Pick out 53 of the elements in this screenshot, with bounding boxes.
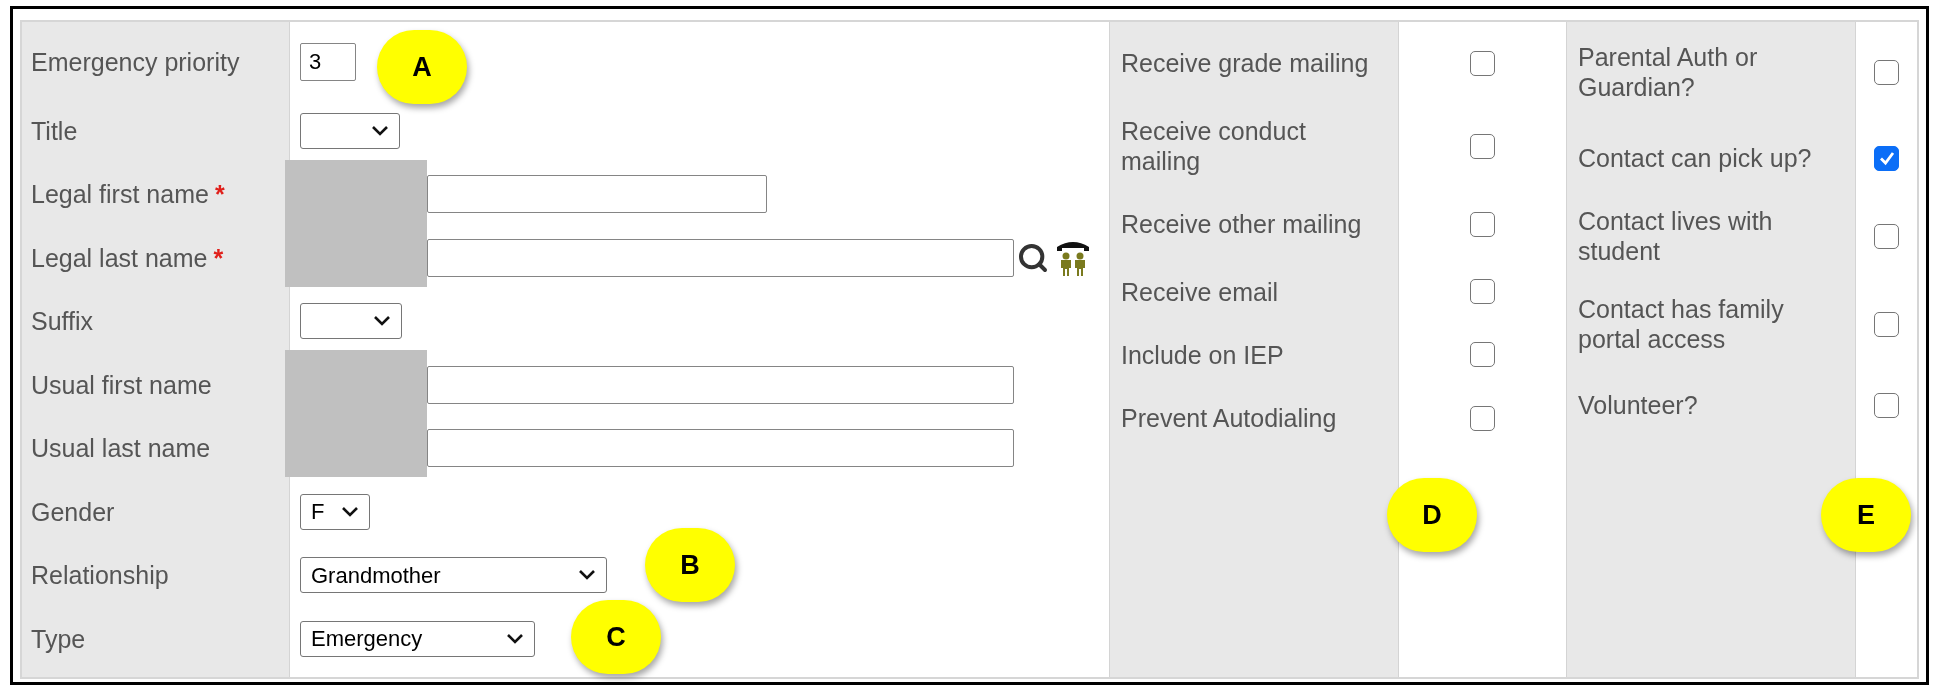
field-label: Gender — [31, 496, 115, 527]
field-label: Contact has family portal access — [1578, 294, 1785, 354]
chevron-icon — [578, 569, 596, 582]
field-label: Suffix — [31, 306, 94, 337]
checkbox[interactable] — [1874, 311, 1899, 337]
field-label: Usual last name — [31, 433, 211, 464]
field-label: Include on IEP — [1121, 339, 1284, 370]
checkbox[interactable] — [1874, 59, 1899, 85]
annotation-marker: C — [571, 600, 661, 674]
text-field[interactable] — [427, 429, 1014, 468]
annotation-marker: B — [645, 528, 735, 602]
field-label: Emergency priority — [31, 47, 240, 77]
field-label: Receive grade mailing — [1121, 48, 1369, 78]
field-label: Type — [31, 623, 86, 654]
chevron-icon — [371, 124, 389, 137]
chevron-icon — [373, 315, 391, 328]
text-field[interactable] — [427, 175, 767, 214]
annotation-marker: E — [1821, 478, 1911, 552]
checkbox[interactable] — [1874, 392, 1899, 418]
checkbox[interactable] — [1470, 211, 1495, 237]
chevron-icon — [506, 632, 524, 645]
annotation-marker: D — [1387, 478, 1477, 552]
checkbox[interactable] — [1470, 405, 1495, 431]
annotation-marker: A — [377, 30, 467, 104]
dropdown[interactable]: Emergency — [300, 620, 535, 657]
text-field[interactable] — [427, 365, 1014, 404]
chevron-icon — [341, 505, 359, 518]
field-label: Title — [31, 115, 78, 146]
field-label: Receive email — [1121, 276, 1278, 307]
dropdown[interactable]: F — [300, 493, 370, 530]
field-label: Contact can pick up? — [1578, 143, 1812, 173]
field-label: Usual first name — [31, 369, 212, 400]
field-label: Legal last name * — [31, 242, 224, 273]
checkbox[interactable] — [1470, 279, 1495, 304]
checkbox[interactable] — [1470, 342, 1495, 367]
field-label: Parental Auth or Guardian? — [1578, 42, 1759, 102]
dropdown[interactable] — [300, 303, 402, 340]
field-label: Relationship — [31, 560, 169, 591]
dropdown[interactable]: Grandmother — [300, 557, 607, 594]
text-field[interactable]: 3 — [300, 43, 356, 81]
field-label: Contact lives with student — [1578, 206, 1774, 266]
checkbox[interactable] — [1874, 223, 1899, 249]
checkbox[interactable] — [1470, 50, 1495, 76]
search-icon[interactable] — [1017, 241, 1049, 274]
dropdown[interactable] — [300, 112, 400, 149]
field-label: Volunteer? — [1578, 390, 1698, 420]
field-label: Receive other mailing — [1121, 209, 1362, 239]
field-label: Receive conduct mailing — [1121, 116, 1307, 176]
text-field[interactable] — [427, 238, 1014, 277]
checkbox[interactable] — [1874, 145, 1899, 171]
field-label: Prevent Autodialing — [1121, 403, 1337, 433]
field-label: Legal first name * — [31, 179, 225, 210]
checkbox[interactable] — [1470, 133, 1495, 159]
